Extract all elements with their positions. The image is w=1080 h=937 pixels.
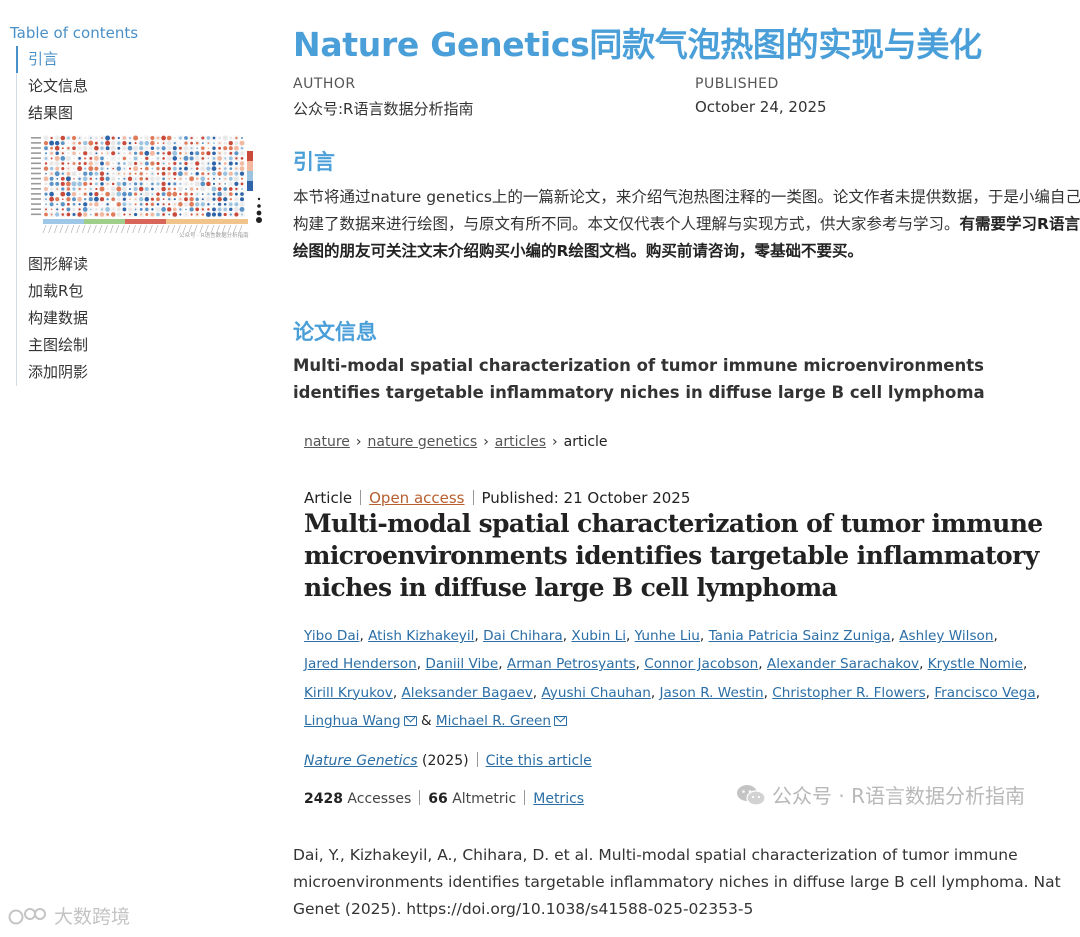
published-block: PUBLISHED October 24, 2025 [695,76,827,116]
chevron-right-icon: › [355,434,362,450]
author-link[interactable]: Arman Petrosyants [507,656,636,672]
author-link[interactable]: Jason R. Westin [660,685,764,701]
page-title: Nature Genetics同款气泡热图的实现与美化 [293,25,982,64]
cite-article-link[interactable]: Cite this article [486,753,592,769]
divider [472,490,474,505]
author-link[interactable]: Jared Henderson [304,656,417,672]
breadcrumb-nature-genetics[interactable]: nature genetics [368,434,478,450]
email-icon[interactable] [403,715,417,726]
author-link[interactable]: Daniil Vibe [425,656,498,672]
metrics-link[interactable]: Metrics [533,791,584,807]
author-link[interactable]: Connor Jacobson [644,656,758,672]
breadcrumb-current: article [563,434,608,450]
article-content: Nature Genetics同款气泡热图的实现与美化 AUTHOR 公众号:R… [293,0,1080,937]
watermark-text: 公众号 · R语言数据分析指南 [772,784,1025,808]
author-list: Yibo Dai, Atish Kizhakeyil, Dai Chihara,… [304,628,1041,729]
author-link[interactable]: Krystle Nomie [928,656,1023,672]
altmetric-label: Altmetric [452,791,517,807]
divider [524,790,526,805]
author-link[interactable]: Xubin Li [571,628,626,644]
svg-text:公众号 · R语言数据分析指南: 公众号 · R语言数据分析指南 [179,231,249,239]
journal-year: (2025) [422,753,469,769]
divider [476,752,478,767]
author-name: 公众号:R语言数据分析指南 [293,100,474,118]
divider [360,490,362,505]
author-link[interactable]: Yunhe Liu [635,628,700,644]
toc-item-main-plot[interactable]: 主图绘制 [17,332,267,359]
breadcrumb: nature › nature genetics › articles › article [304,434,608,450]
chevron-right-icon: › [552,434,558,450]
author-link[interactable]: Alexander Sarachakov [767,656,919,672]
open-access-link[interactable]: Open access [369,489,464,507]
article-title: Multi-modal spatial characterization of … [304,509,1043,602]
accesses-label: Accesses [347,791,412,807]
altmetric-count: 66 [428,791,448,807]
toc-list: 引言 论文信息 结果图 公众号 · R语言数据分析指南 图形解读 加载R包 构建… [16,46,267,386]
corner-watermark: 大数跨境 [8,902,130,929]
author-link[interactable]: Linghua Wang [304,713,401,729]
author-label: AUTHOR [293,76,356,92]
article-type: Article [304,489,353,507]
toc-item-load-packages[interactable]: 加载R包 [17,278,267,305]
article-published: Published: 21 October 2025 [481,489,691,507]
intro-paragraph: 本节将通过nature genetics上的一篇新论文，来介绍气泡热图注释的一类… [293,184,1080,265]
author-link[interactable]: Christopher R. Flowers [772,685,925,701]
corner-watermark-text: 大数跨境 [54,906,131,928]
author-link[interactable]: Francisco Vega [934,685,1035,701]
section-heading-paper-info: 论文信息 [293,320,377,344]
breadcrumb-nature[interactable]: nature [304,434,350,450]
email-icon[interactable] [554,715,568,726]
result-figure-thumbnail[interactable]: 公众号 · R语言数据分析指南 [29,133,267,241]
toc-item-intro[interactable]: 引言 [16,46,267,73]
author-link[interactable]: Tania Patricia Sainz Zuniga [709,628,891,644]
toc-item-add-shadow[interactable]: 添加阴影 [17,359,267,386]
author-link[interactable]: Ashley Wilson [899,628,993,644]
author-block: AUTHOR 公众号:R语言数据分析指南 [293,76,473,119]
toc-item-result-figure[interactable]: 结果图 [17,100,267,127]
section-heading-intro: 引言 [293,150,335,174]
author-link[interactable]: Michael R. Green [436,713,551,729]
paper-title: Multi-modal spatial characterization of … [293,356,985,402]
toc-item-paper-info[interactable]: 论文信息 [17,73,267,100]
author-link[interactable]: Kirill Kryukov [304,685,393,701]
published-label: PUBLISHED [695,76,779,92]
chevron-right-icon: › [483,434,489,450]
author-link[interactable]: Yibo Dai [304,628,359,644]
table-of-contents: Table of contents 引言 论文信息 结果图 公众号 · R语言数… [0,0,272,937]
breadcrumb-articles[interactable]: articles [495,434,546,450]
divider [419,790,421,805]
logo-icon [8,907,46,924]
journal-link[interactable]: Nature Genetics [304,753,418,769]
toc-title: Table of contents [10,24,139,42]
published-date: October 24, 2025 [695,98,827,116]
wechat-watermark: 公众号 · R语言数据分析指南 [736,780,1025,809]
citation-text: Dai, Y., Kizhakeyil, A., Chihara, D. et … [293,846,1061,918]
toc-item-build-data[interactable]: 构建数据 [17,305,267,332]
wechat-icon [737,784,766,806]
author-link[interactable]: Aleksander Bagaev [402,685,533,701]
accesses-count: 2428 [304,791,343,807]
author-link[interactable]: Atish Kizhakeyil [368,628,474,644]
metrics-line: 2428 Accesses 66 Altmetric Metrics [304,790,584,807]
author-link[interactable]: Ayushi Chauhan [541,685,650,701]
author-link[interactable]: Dai Chihara [483,628,563,644]
toc-item-figure-interpretation[interactable]: 图形解读 [17,251,267,278]
journal-line: Nature Genetics (2025) Cite this article [304,752,592,769]
article-meta: Article Open access Published: 21 October … [304,489,690,507]
